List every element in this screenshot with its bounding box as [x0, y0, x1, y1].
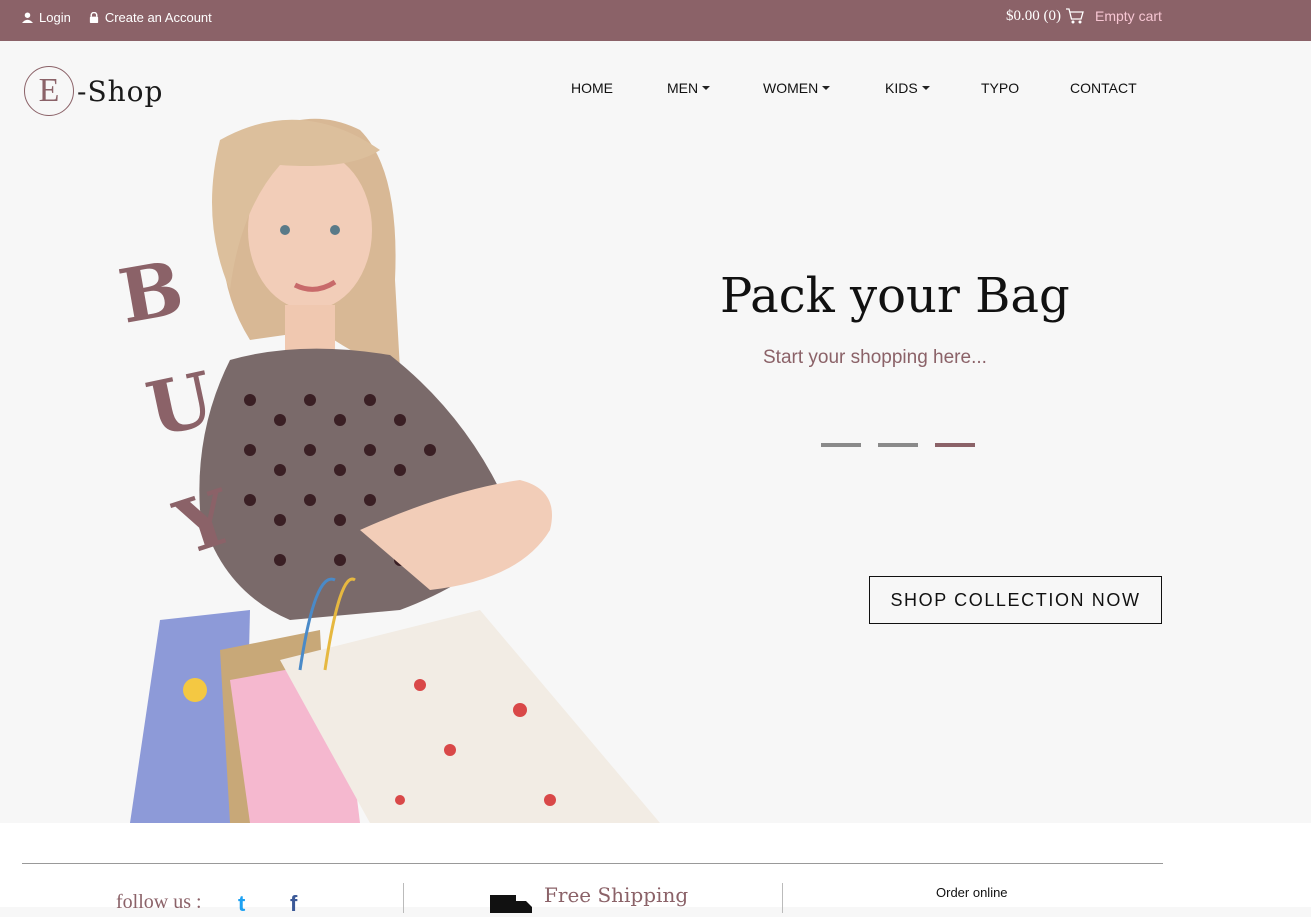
- twitter-icon[interactable]: t: [238, 891, 245, 917]
- slide-dot-3[interactable]: [935, 443, 975, 447]
- truck-icon: [490, 895, 532, 913]
- order-online-title: Order online: [936, 885, 1008, 900]
- caret-down-icon: [921, 86, 930, 90]
- divider: [403, 883, 404, 913]
- nav-contact[interactable]: CONTACT: [1070, 80, 1137, 96]
- top-bar: Login Create an Account $0.00 (0) Empty …: [0, 0, 1311, 41]
- features-strip: follow us : t f Free Shipping Order onli…: [0, 823, 1311, 916]
- slide-dot-1[interactable]: [821, 443, 861, 447]
- hero-headline: Pack your Bag: [720, 268, 1070, 324]
- user-icon: [22, 12, 33, 23]
- nav-contact-label: CONTACT: [1070, 80, 1137, 96]
- free-shipping-title: Free Shipping: [544, 883, 689, 907]
- facebook-icon[interactable]: f: [290, 891, 297, 917]
- nav-women[interactable]: WOMEN: [763, 80, 831, 96]
- nav-typo-label: TYPO: [981, 80, 1020, 96]
- caret-down-icon: [702, 86, 711, 90]
- nav-kids-label: KIDS: [885, 80, 918, 96]
- nav-home-label: HOME: [571, 80, 613, 96]
- nav-home[interactable]: HOME: [571, 80, 613, 96]
- login-link[interactable]: Login: [22, 10, 71, 25]
- shop-collection-button[interactable]: SHOP COLLECTION NOW: [869, 576, 1162, 624]
- create-account-link[interactable]: Create an Account: [89, 10, 212, 25]
- caret-down-icon: [822, 86, 831, 90]
- hero-subline: Start your shopping here...: [763, 347, 987, 368]
- hero-model-image: [130, 118, 660, 823]
- lock-icon: [89, 12, 98, 23]
- create-account-label: Create an Account: [104, 10, 212, 25]
- nav-kids[interactable]: KIDS: [885, 80, 930, 96]
- hero-slider: B U Y: [0, 110, 1311, 823]
- empty-cart-link[interactable]: Empty cart: [1095, 8, 1162, 24]
- slider-pagination: [821, 443, 975, 447]
- nav-men[interactable]: MEN: [667, 80, 711, 96]
- main-nav: HOME MEN WOMEN KIDS TYPO CONTACT: [0, 80, 1311, 100]
- divider: [782, 883, 783, 913]
- follow-us-label: follow us :: [116, 891, 202, 913]
- cart-total: $0.00 (0): [1006, 7, 1061, 24]
- nav-women-label: WOMEN: [763, 80, 819, 96]
- slide-dot-2[interactable]: [878, 443, 918, 447]
- nav-men-label: MEN: [667, 80, 699, 96]
- cart-summary[interactable]: $0.00 (0) Empty cart: [1006, 7, 1162, 25]
- login-label: Login: [39, 10, 71, 25]
- nav-typo[interactable]: TYPO: [981, 80, 1019, 96]
- account-links: Login Create an Account: [22, 10, 212, 25]
- divider: [22, 863, 1163, 864]
- cart-icon: [1066, 8, 1084, 24]
